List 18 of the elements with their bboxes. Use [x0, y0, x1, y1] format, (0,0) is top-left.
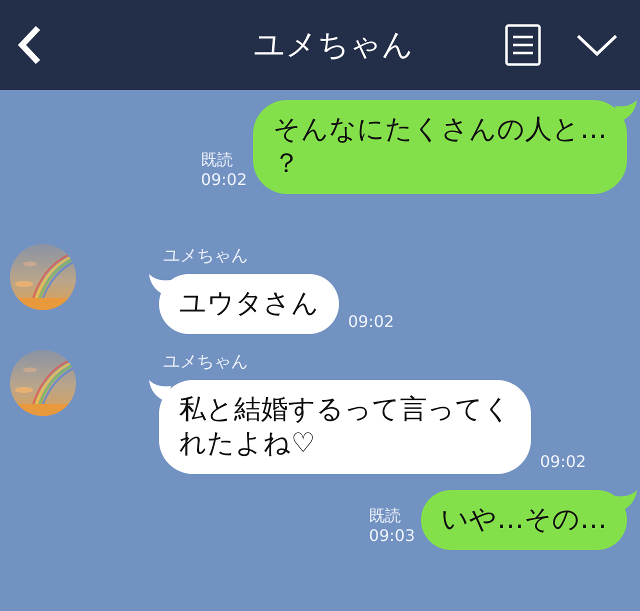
bubble-tail: [615, 100, 637, 122]
message-bubble: いや…その…: [421, 490, 627, 550]
back-icon[interactable]: [16, 25, 42, 65]
sender-name: ユメちゃん: [163, 246, 249, 266]
message-time: 09:02: [200, 170, 247, 190]
read-receipt: 既読: [200, 150, 233, 170]
menu-icon[interactable]: [505, 24, 541, 66]
message-bubble: そんなにたくさんの人と… ？: [253, 100, 627, 194]
chevron-down-icon[interactable]: [576, 33, 618, 57]
message-bubble: 私と結婚するって言ってく れたよね♡: [159, 380, 531, 474]
message-time: 09:02: [540, 452, 586, 472]
read-receipt: 既読: [368, 506, 401, 526]
sender-name: ユメちゃん: [163, 352, 249, 372]
bubble-tail: [615, 490, 637, 512]
message-time: 09:02: [348, 312, 394, 332]
message-bubble: ユウタさん: [159, 274, 339, 334]
message-time: 09:03: [368, 526, 415, 546]
chat-title: ユメちゃん: [252, 26, 414, 65]
